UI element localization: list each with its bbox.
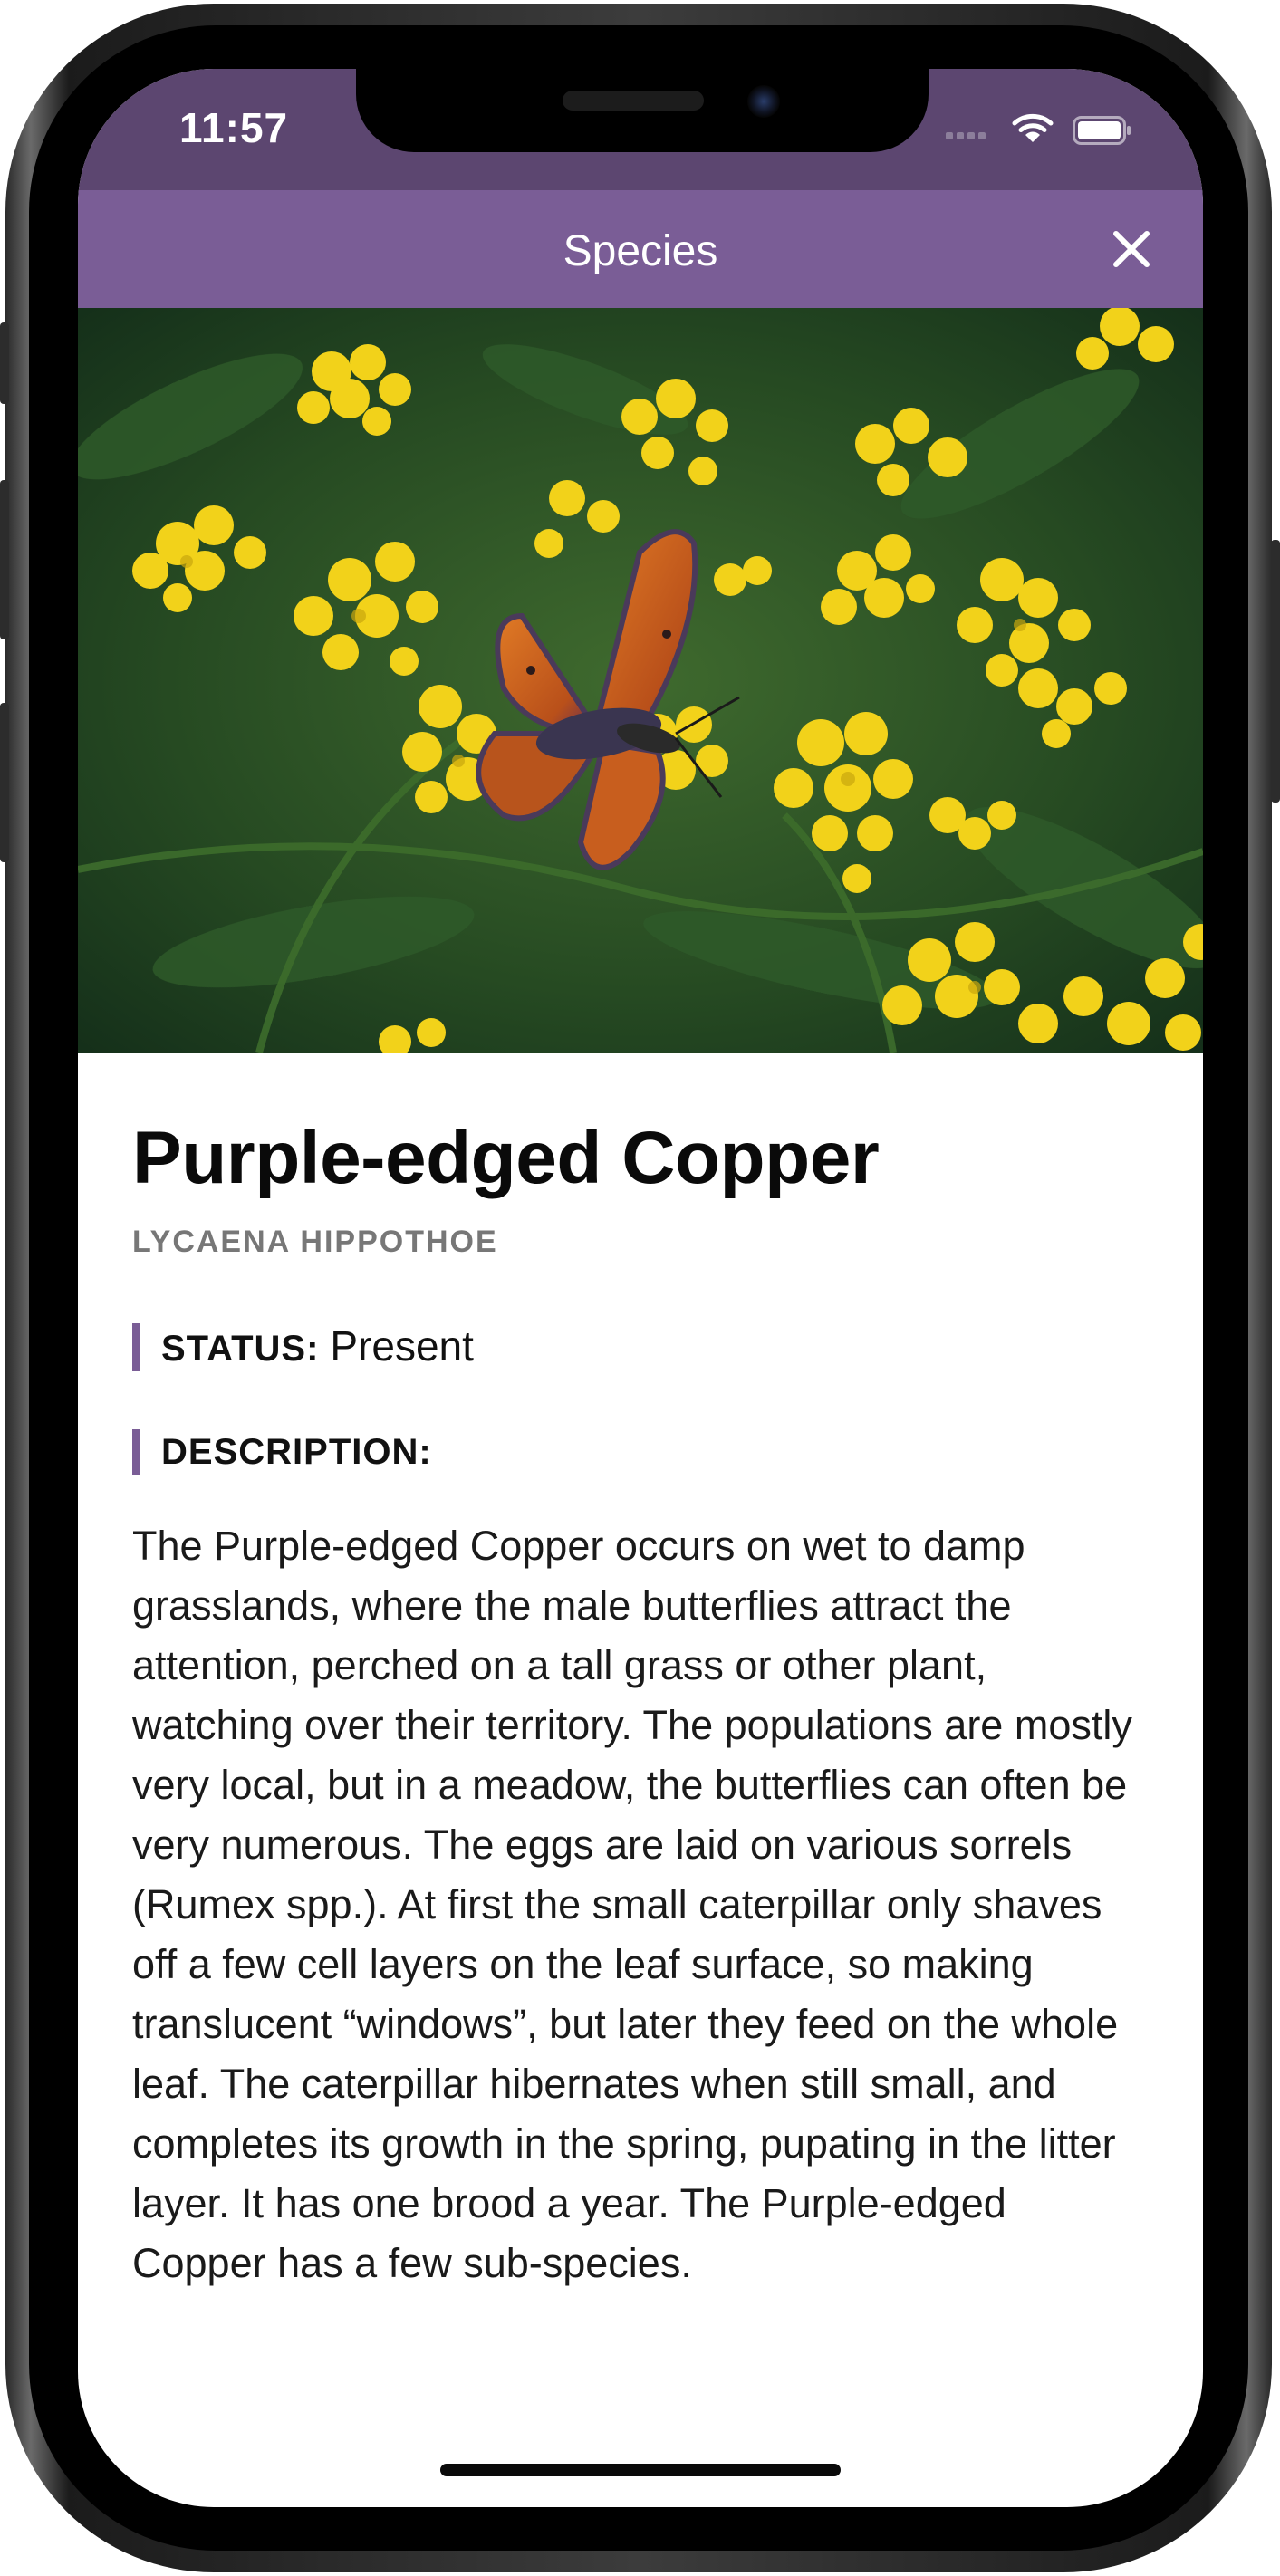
species-details: Purple-edged Copper LYCAENA HIPPOTHOE ST… bbox=[132, 1053, 1149, 2293]
status-field: STATUS: Present bbox=[132, 1322, 1149, 1372]
cellular-signal-icon bbox=[946, 132, 986, 139]
home-indicator[interactable] bbox=[440, 2464, 841, 2476]
app-screen: 11:57 Species Purple-edged Copper LYCAEN… bbox=[78, 69, 1203, 2507]
species-common-name: Purple-edged Copper bbox=[132, 1117, 880, 1199]
battery-icon bbox=[1073, 116, 1131, 145]
status-bar: 11:57 bbox=[78, 69, 1203, 190]
description-label: DESCRIPTION: bbox=[161, 1432, 432, 1473]
mute-switch bbox=[0, 322, 9, 404]
speaker-grille bbox=[563, 91, 704, 111]
volume-up-button bbox=[0, 480, 9, 639]
wifi-icon bbox=[1012, 113, 1054, 142]
power-button bbox=[1271, 540, 1280, 803]
description-text: The Purple-edged Copper occurs on wet to… bbox=[132, 1523, 1132, 2287]
notch bbox=[356, 69, 929, 152]
status-value: Present bbox=[330, 1322, 474, 1370]
status-label: STATUS: bbox=[161, 1329, 320, 1370]
species-photo bbox=[78, 308, 1203, 1053]
butterfly-photo-illustration bbox=[78, 308, 1203, 1053]
status-time: 11:57 bbox=[179, 104, 289, 151]
close-icon[interactable] bbox=[1107, 225, 1156, 274]
species-scientific-name: LYCAENA HIPPOTHOE bbox=[132, 1225, 498, 1260]
volume-down-button bbox=[0, 703, 9, 862]
front-camera bbox=[747, 85, 780, 118]
nav-title: Species bbox=[563, 227, 718, 275]
navigation-bar: Species bbox=[78, 190, 1203, 308]
description-field: DESCRIPTION: bbox=[132, 1429, 1149, 1475]
